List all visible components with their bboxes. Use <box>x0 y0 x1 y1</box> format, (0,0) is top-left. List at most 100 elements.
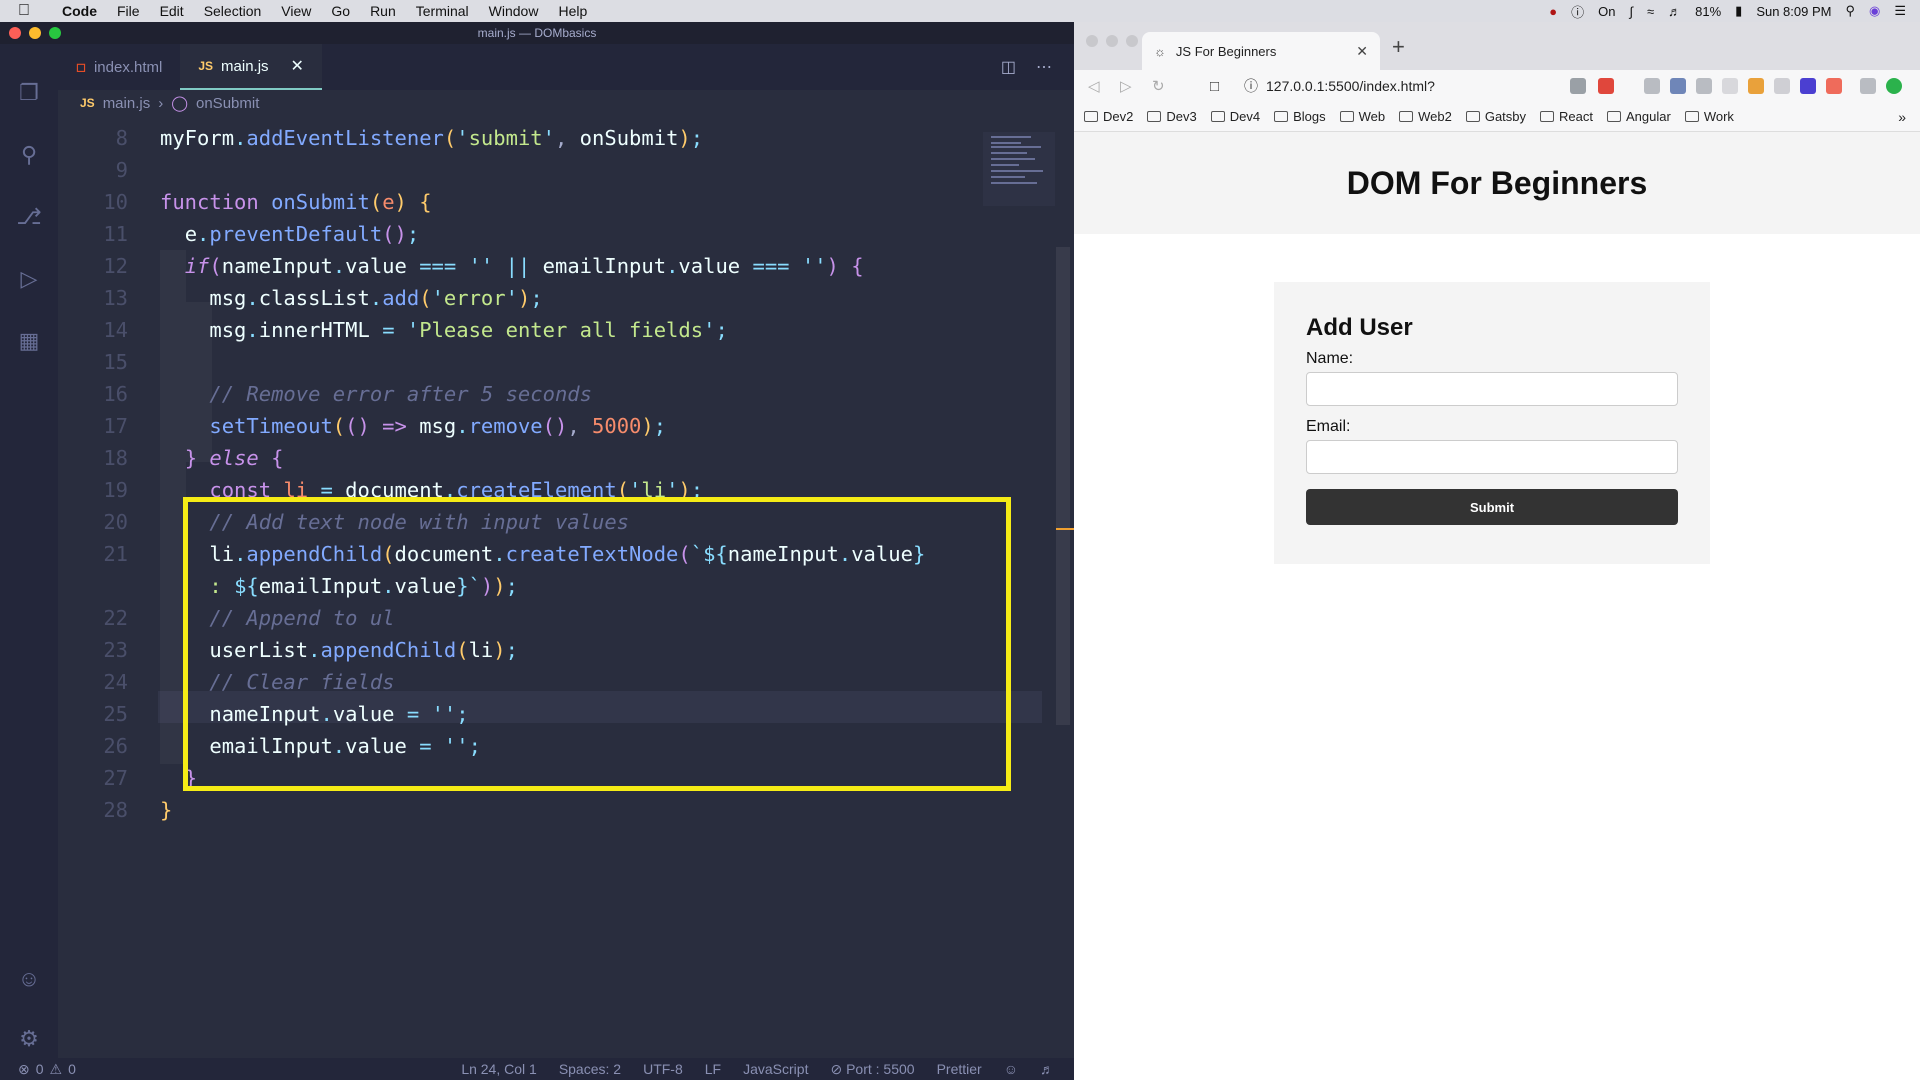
site-info-icon[interactable]: ⓘ <box>1244 76 1258 96</box>
submit-button[interactable]: Submit <box>1306 489 1678 525</box>
line-ending[interactable]: LF <box>705 1061 721 1078</box>
split-editor-icon[interactable]: ◫ <box>1001 57 1016 77</box>
zoom-window-button[interactable] <box>49 27 61 39</box>
minimap[interactable] <box>983 132 1055 206</box>
bookmark-folder[interactable]: Blogs <box>1274 109 1326 124</box>
window-controls <box>9 27 61 39</box>
indentation[interactable]: Spaces: 2 <box>559 1061 621 1078</box>
editor-scrollbar[interactable] <box>1056 247 1070 725</box>
folder-icon <box>1540 111 1555 122</box>
reload-icon[interactable]: ↻ <box>1152 77 1170 95</box>
bookmark-folder[interactable]: Dev4 <box>1210 109 1260 124</box>
minimize-window-button[interactable] <box>29 27 41 39</box>
brave-shield-icon[interactable] <box>1570 78 1586 94</box>
menu-view[interactable]: View <box>271 3 321 19</box>
source-control-icon[interactable]: ⎇ <box>14 202 44 232</box>
menu-app-name[interactable]: Code <box>52 3 107 19</box>
search-icon[interactable]: ⚲ <box>14 140 44 170</box>
vpn-icon[interactable]: ⓘ <box>1571 2 1584 21</box>
bookmark-folder[interactable]: Gatsby <box>1465 109 1526 124</box>
zoom-window-button[interactable] <box>1126 35 1138 47</box>
form-title: Add User <box>1306 314 1413 341</box>
breadcrumb-file[interactable]: main.js <box>103 95 151 112</box>
menu-help[interactable]: Help <box>548 3 597 19</box>
extension-icon[interactable] <box>1800 78 1816 94</box>
html-file-icon: ◻ <box>76 60 86 74</box>
bookmark-folder[interactable]: React <box>1540 109 1593 124</box>
back-arrow-icon[interactable]: ◁ <box>1088 77 1106 95</box>
explorer-icon[interactable]: ❐ <box>14 78 44 108</box>
menu-window[interactable]: Window <box>479 3 549 19</box>
tab-main-js[interactable]: JS main.js ✕ <box>180 44 322 90</box>
address-bar[interactable]: ⓘ 127.0.0.1:5500/index.html? <box>1244 73 1544 99</box>
profile-icon[interactable] <box>1886 78 1902 94</box>
notifications-bell-icon[interactable]: ♬ <box>1040 1061 1054 1078</box>
folder-icon <box>1147 111 1162 122</box>
more-bookmarks-chevron-icon[interactable]: » <box>1898 109 1906 125</box>
error-count[interactable]: 0 <box>36 1061 44 1078</box>
bookmark-folder[interactable]: Web2 <box>1399 109 1452 124</box>
bluetooth-icon[interactable]: ∫ <box>1629 4 1633 19</box>
reading-list-icon[interactable] <box>1860 78 1876 94</box>
browser-tab-active[interactable]: ☼ JS For Beginners ✕ <box>1142 32 1380 70</box>
menubar-clock[interactable]: Sun 8:09 PM <box>1756 4 1831 19</box>
bookmark-folder[interactable]: Dev2 <box>1084 109 1133 124</box>
volume-icon[interactable]: ♬ <box>1668 4 1681 19</box>
menu-run[interactable]: Run <box>360 3 406 19</box>
live-server-port[interactable]: ⊘ Port : 5500 <box>830 1061 914 1078</box>
highlight-annotation-box <box>183 497 1011 791</box>
close-icon[interactable]: ✕ <box>1356 43 1368 60</box>
formatter-status[interactable]: Prettier <box>937 1061 982 1078</box>
spotlight-search-icon[interactable]: ⚲ <box>1845 3 1855 19</box>
encoding[interactable]: UTF-8 <box>643 1061 683 1078</box>
new-tab-plus-icon[interactable]: + <box>1392 34 1405 60</box>
bookmark-folder[interactable]: Work <box>1684 109 1734 124</box>
color-picker-extension-icon[interactable] <box>1748 78 1764 94</box>
close-window-button[interactable] <box>1086 35 1098 47</box>
close-window-button[interactable] <box>9 27 21 39</box>
vpn-status: On <box>1598 3 1616 19</box>
battery-icon[interactable]: ▮ <box>1735 3 1742 19</box>
extension-icon[interactable] <box>1826 78 1842 94</box>
control-center-icon[interactable]: ☰ <box>1894 3 1906 19</box>
bookmark-folder[interactable]: Web <box>1339 109 1385 124</box>
recording-icon[interactable]: ● <box>1549 4 1557 19</box>
more-actions-icon[interactable]: ⋯ <box>1036 57 1052 77</box>
error-icon[interactable]: ⊗ <box>18 1061 30 1078</box>
siri-icon[interactable]: ◉ <box>1869 3 1880 19</box>
menu-selection[interactable]: Selection <box>194 3 272 19</box>
bookmark-folder[interactable]: Angular <box>1607 109 1671 124</box>
account-icon[interactable]: ☺ <box>14 964 44 994</box>
cursor-position[interactable]: Ln 24, Col 1 <box>461 1061 537 1078</box>
url-text[interactable]: 127.0.0.1:5500/index.html? <box>1266 78 1435 94</box>
gear-icon[interactable]: ⚙ <box>14 1024 44 1054</box>
bookmark-icon[interactable]: □ <box>1210 78 1228 95</box>
extension-icon[interactable] <box>1696 78 1712 94</box>
apple-menu-icon[interactable]:  <box>18 2 38 20</box>
name-input[interactable] <box>1306 372 1678 406</box>
minimize-window-button[interactable] <box>1106 35 1118 47</box>
email-input[interactable] <box>1306 440 1678 474</box>
extension-icon[interactable] <box>1774 78 1790 94</box>
language-mode[interactable]: JavaScript <box>743 1061 808 1078</box>
extension-icon[interactable] <box>1722 78 1738 94</box>
feedback-icon[interactable]: ☺ <box>1004 1061 1018 1078</box>
menu-terminal[interactable]: Terminal <box>406 3 479 19</box>
breadcrumb-symbol[interactable]: onSubmit <box>196 95 259 112</box>
menu-go[interactable]: Go <box>321 3 360 19</box>
tab-index-html[interactable]: ◻ index.html <box>58 44 180 90</box>
brave-rewards-icon[interactable] <box>1598 78 1614 94</box>
warning-icon[interactable]: ⚠ <box>50 1061 63 1078</box>
close-icon[interactable]: ✕ <box>291 56 304 76</box>
menu-edit[interactable]: Edit <box>150 3 194 19</box>
forward-arrow-icon[interactable]: ▷ <box>1120 77 1138 95</box>
menu-file[interactable]: File <box>107 3 150 19</box>
run-debug-icon[interactable]: ▷ <box>14 264 44 294</box>
extension-icon[interactable] <box>1670 78 1686 94</box>
extensions-icon[interactable]: ▦ <box>14 326 44 356</box>
extension-icon[interactable] <box>1644 78 1660 94</box>
wifi-icon[interactable]: ≈ <box>1647 4 1654 19</box>
browser-tab-title: JS For Beginners <box>1175 43 1277 59</box>
bookmark-folder[interactable]: Dev3 <box>1147 109 1197 124</box>
warning-count[interactable]: 0 <box>68 1061 76 1078</box>
